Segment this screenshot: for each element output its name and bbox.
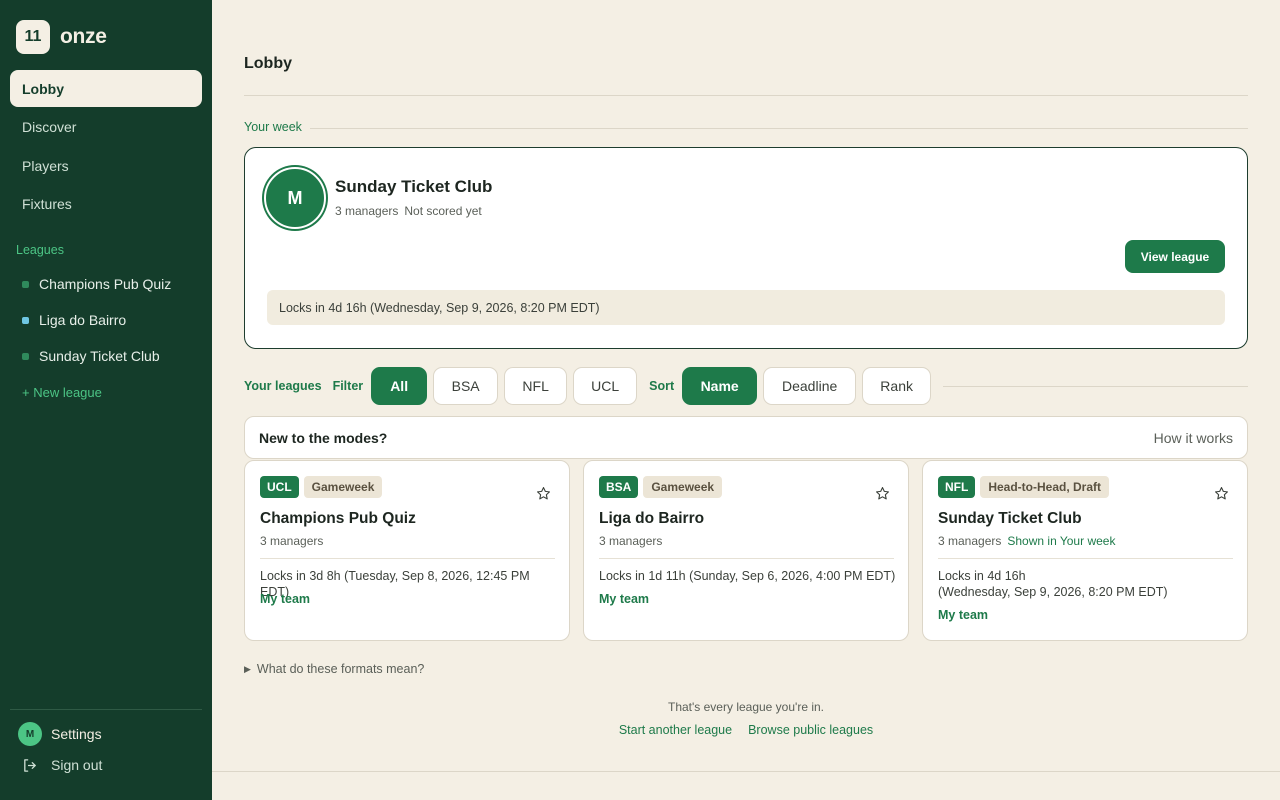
star-icon[interactable] (1214, 486, 1229, 501)
your-week-card: M Sunday Ticket Club 3 managers Not score… (244, 147, 1248, 349)
lock-deadline: Locks in 1d 11h (Sunday, Sep 6, 2026, 4:… (599, 569, 896, 583)
filter-chip-nfl[interactable]: NFL (504, 367, 568, 405)
start-another-league-link[interactable]: Start another league (619, 723, 732, 737)
lock-countdown: Locks in 4d 16h (938, 569, 1026, 583)
end-links: Start another league Browse public leagu… (244, 723, 1248, 737)
main-content: Lobby Your week M Sunday Ticket Club 3 m… (244, 0, 1248, 800)
settings-label: Settings (51, 726, 102, 742)
competition-badge: UCL (260, 476, 299, 498)
main-nav: Lobby Discover Players Fixtures (10, 70, 202, 224)
modes-help-bar[interactable]: New to the modes? How it works (244, 416, 1248, 459)
competition-badge: BSA (599, 476, 639, 498)
your-week-divider (244, 128, 1248, 129)
league-avatar: M (264, 167, 326, 229)
nav-item-players[interactable]: Players (10, 147, 202, 184)
card-divider (938, 558, 1233, 559)
league-card-meta: 3 managers (599, 534, 662, 548)
sidebar-item-champions-pub-quiz[interactable]: Champions Pub Quiz (22, 266, 202, 302)
title-divider (244, 95, 1248, 96)
sidebar-item-label: Sunday Ticket Club (39, 348, 160, 364)
managers-count: 3 managers (260, 534, 324, 548)
sort-chip-deadline[interactable]: Deadline (763, 367, 857, 405)
week-league-name[interactable]: Sunday Ticket Club (335, 177, 492, 197)
modes-help-title: New to the modes? (259, 429, 388, 446)
filter-label: Filter (332, 379, 364, 393)
league-card-meta: 3 managers Shown in Your week (938, 534, 1115, 548)
league-card-champions-pub-quiz[interactable]: UCL Gameweek Champions Pub Quiz 3 manage… (244, 460, 570, 641)
star-icon[interactable] (536, 486, 551, 501)
sort-chip-name[interactable]: Name (682, 367, 758, 405)
league-filter-bar: Your leagues Filter All BSA NFL UCL Sort… (244, 367, 1248, 405)
brand-name: onze (60, 25, 107, 48)
sidebar-item-liga-do-bairro[interactable]: Liga do Bairro (22, 302, 202, 338)
sidebar-league-list: Champions Pub Quiz Liga do Bairro Sunday… (22, 266, 202, 374)
week-score-status: Not scored yet (404, 204, 482, 218)
week-lock-info: Locks in 4d 16h (Wednesday, Sep 9, 2026,… (267, 290, 1225, 325)
league-color-dot (22, 352, 29, 360)
end-of-list-note: That's every league you're in. (668, 700, 824, 714)
competition-badge: NFL (938, 476, 976, 498)
sidebar-item-sunday-ticket-club[interactable]: Sunday Ticket Club (22, 338, 202, 374)
card-divider (599, 558, 894, 559)
league-card-sunday-ticket-club[interactable]: NFL Head-to-Head, Draft Sunday Ticket Cl… (922, 460, 1248, 641)
sidebar-item-label: Liga do Bairro (39, 312, 127, 328)
disclosure-triangle-icon: ▶ (244, 663, 251, 674)
sign-out-label: Sign out (51, 757, 103, 773)
formats-disclosure-label: What do these formats mean? (256, 662, 425, 676)
brand[interactable]: 11 onze (16, 20, 107, 54)
shown-in-week-note: Shown in Your week (1007, 534, 1116, 548)
your-leagues-label: Your leagues (244, 379, 322, 393)
league-badges: UCL Gameweek (260, 476, 383, 498)
managers-count: 3 managers (599, 534, 663, 548)
managers-count: 3 managers (938, 534, 1002, 548)
league-card-meta: 3 managers (260, 534, 323, 548)
mode-badge: Head-to-Head, Draft (980, 476, 1110, 498)
league-badges: NFL Head-to-Head, Draft (938, 476, 1110, 498)
my-team-link[interactable]: My team (938, 608, 988, 622)
page-title: Lobby (244, 55, 292, 72)
filter-chip-all[interactable]: All (371, 367, 428, 405)
how-it-works-link[interactable]: How it works (1154, 430, 1233, 446)
star-icon[interactable] (875, 486, 890, 501)
settings-button[interactable]: M Settings (18, 722, 102, 746)
sign-out-icon (24, 758, 36, 772)
footer-divider (212, 771, 1280, 772)
browse-public-leagues-link[interactable]: Browse public leagues (748, 723, 873, 737)
mode-badge: Gameweek (643, 476, 723, 498)
sidebar-item-label: Champions Pub Quiz (39, 276, 172, 292)
nav-item-discover[interactable]: Discover (10, 109, 202, 146)
formats-disclosure[interactable]: ▶ What do these formats mean? (244, 662, 424, 676)
week-managers-count: 3 managers (335, 204, 399, 218)
sort-label: Sort (649, 379, 675, 393)
filter-chip-ucl[interactable]: UCL (573, 367, 638, 405)
league-badges: BSA Gameweek (599, 476, 723, 498)
filter-chip-bsa[interactable]: BSA (433, 367, 499, 405)
new-league-link[interactable]: + New league (22, 385, 102, 400)
mode-badge: Gameweek (303, 476, 383, 498)
my-team-link[interactable]: My team (260, 592, 310, 606)
sidebar-divider (10, 709, 202, 710)
sidebar: 11 onze Lobby Discover Players Fixtures … (0, 0, 212, 800)
filter-bar-divider (943, 385, 1248, 387)
view-league-button[interactable]: View league (1125, 240, 1225, 273)
card-divider (260, 558, 555, 559)
your-week-label: Your week (244, 120, 310, 134)
week-league-meta: 3 managers Not scored yet (335, 204, 482, 218)
league-color-dot (22, 280, 29, 288)
nav-item-fixtures[interactable]: Fixtures (10, 186, 202, 223)
brand-logo-mark: 11 (16, 20, 50, 54)
league-card-title[interactable]: Liga do Bairro (599, 510, 704, 528)
lock-deadline: Locks in 4d 16h (Wednesday, Sep 9, 2026,… (938, 568, 1238, 600)
my-team-link[interactable]: My team (599, 592, 649, 606)
nav-item-lobby[interactable]: Lobby (10, 70, 202, 107)
sign-out-button[interactable]: Sign out (22, 757, 102, 773)
lock-date: (Wednesday, Sep 9, 2026, 8:20 PM EDT) (938, 585, 1168, 599)
league-card-title[interactable]: Sunday Ticket Club (938, 510, 1082, 528)
league-card-liga-do-bairro[interactable]: BSA Gameweek Liga do Bairro 3 managers L… (583, 460, 909, 641)
avatar: M (18, 722, 42, 746)
league-color-dot (22, 316, 29, 324)
league-card-title[interactable]: Champions Pub Quiz (260, 510, 416, 528)
sort-chip-rank[interactable]: Rank (862, 367, 932, 405)
leagues-heading: Leagues (16, 243, 64, 257)
